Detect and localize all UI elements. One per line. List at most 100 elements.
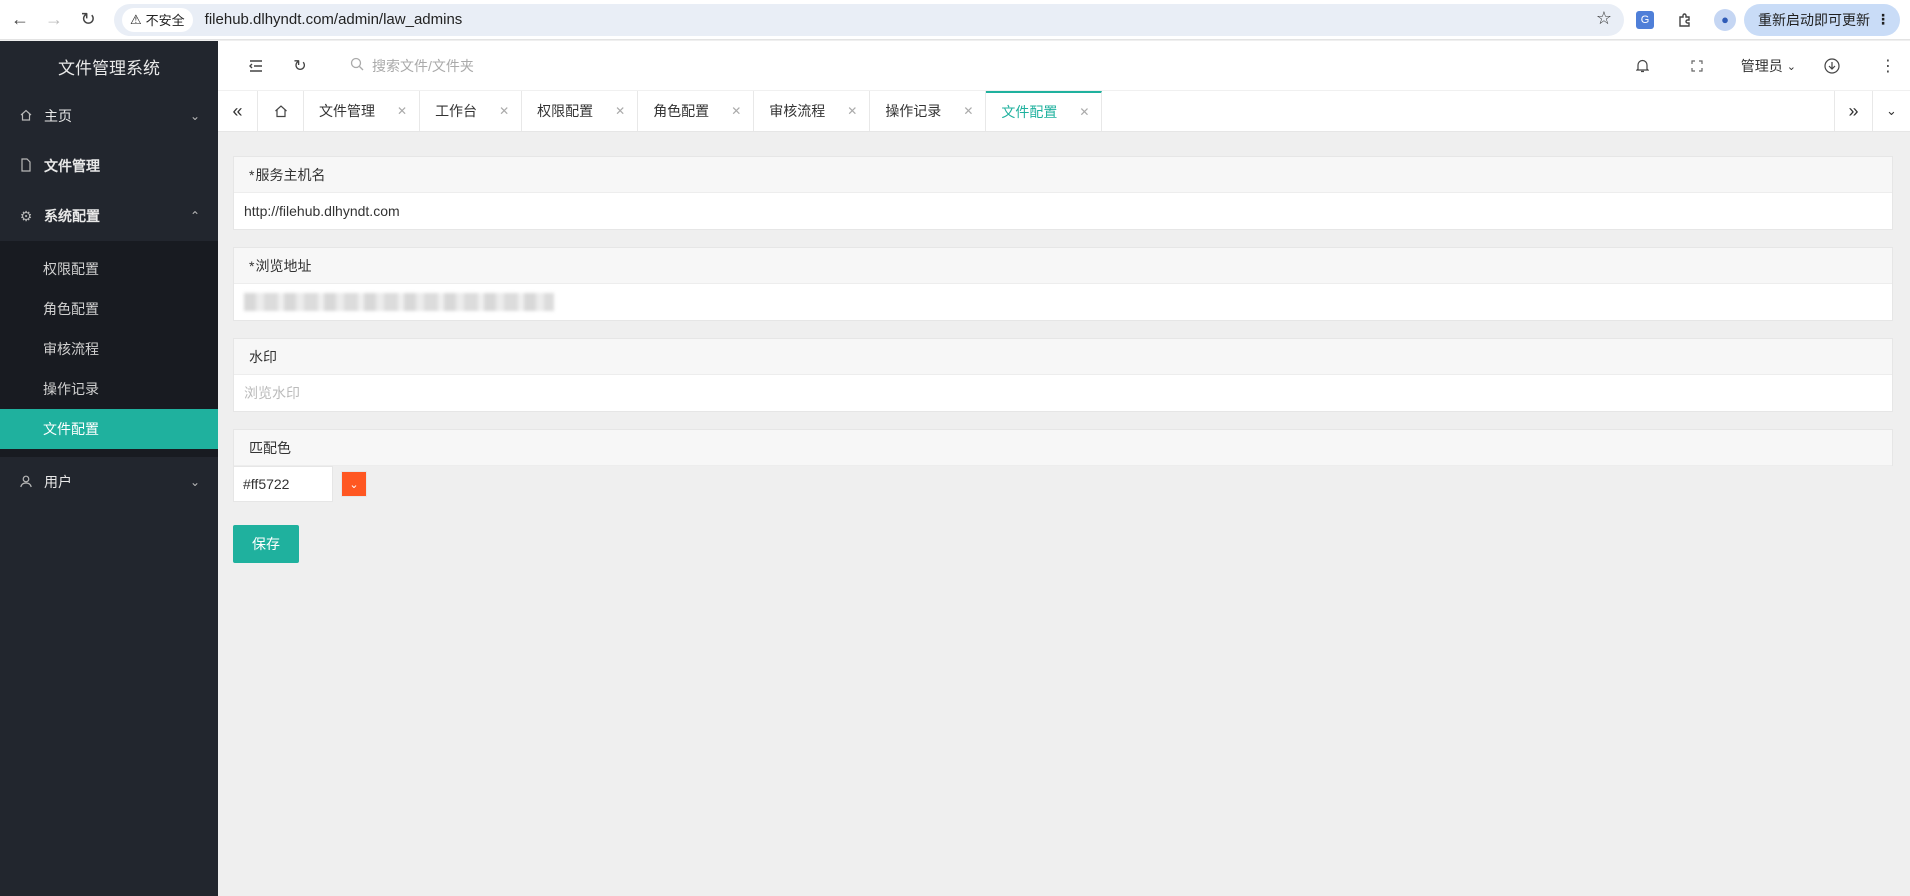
tab-role-config[interactable]: 角色配置 ✕: [638, 91, 755, 131]
browse-address-label: * 浏览地址: [234, 248, 1892, 284]
required-mark: *: [249, 166, 255, 183]
sidebar: 文件管理系统 主页 ⌄ 文件管理 ⚙ 系统配置 ⌃ 权限配置 角色配置 审核流程…: [0, 41, 218, 896]
tab-label: 文件管理: [319, 103, 375, 119]
tab-label: 操作记录: [885, 103, 942, 119]
sidebar-subitem-permission[interactable]: 权限配置: [0, 249, 218, 289]
bell-icon[interactable]: [1633, 56, 1653, 76]
user-name: 管理员: [1740, 58, 1783, 74]
redacted-value: [244, 293, 554, 311]
close-icon[interactable]: ✕: [397, 104, 407, 118]
search-input[interactable]: [372, 57, 572, 74]
tab-workbench[interactable]: 工作台 ✕: [420, 91, 523, 131]
brand-title: 文件管理系统: [58, 58, 160, 78]
watermark-field: 水印: [233, 338, 1893, 412]
address-bar[interactable]: ⚠ 不安全 filehub.dlhyndt.com/admin/law_admi…: [114, 3, 1624, 36]
tab-label: 文件配置: [1001, 104, 1058, 120]
close-icon[interactable]: ✕: [731, 104, 741, 118]
color-label: 匹配色: [234, 430, 1892, 466]
sidebar-subitem-file-config[interactable]: 文件配置: [0, 409, 218, 449]
fullscreen-icon[interactable]: [1687, 56, 1707, 76]
sidebar-item-file-management[interactable]: 文件管理: [0, 141, 218, 191]
tab-file-config[interactable]: 文件配置 ✕: [986, 91, 1103, 131]
close-icon[interactable]: ✕: [499, 104, 509, 118]
bookmark-star-icon[interactable]: ☆: [1596, 8, 1612, 29]
refresh-icon[interactable]: ↻: [290, 56, 310, 76]
required-mark: *: [249, 257, 255, 274]
chevron-down-icon: ⌄: [1786, 60, 1796, 73]
more-vert-icon: ⋮: [1876, 11, 1890, 27]
back-icon[interactable]: ←: [6, 6, 34, 34]
app-header: ↻ 管理员 ⌄ ⋮: [218, 41, 1910, 91]
sidebar-item-user[interactable]: 用户 ⌄: [0, 457, 218, 507]
update-button[interactable]: 重新启动即可更新 ⋮: [1744, 3, 1900, 36]
color-swatch-dropdown[interactable]: ⌄: [341, 471, 367, 497]
host-field: * 服务主机名: [233, 156, 1893, 230]
main-content: * 服务主机名 * 浏览地址 水印 匹配色 #ff5722 ⌄: [218, 132, 1910, 896]
tab-bar: « 文件管理 ✕ 工作台 ✕ 权限配置 ✕ 角色配置 ✕ 审核流程 ✕ 操作记录…: [218, 91, 1910, 132]
tab-label: 审核流程: [769, 103, 826, 119]
chevron-down-icon: ⌄: [349, 478, 359, 491]
browse-address-value-row[interactable]: [234, 284, 1892, 320]
tabs-scroll-right-icon[interactable]: »: [1834, 91, 1872, 131]
tab-review-flow[interactable]: 审核流程 ✕: [754, 91, 871, 131]
tab-label: 角色配置: [653, 103, 710, 119]
user-icon: [18, 474, 34, 491]
tab-operation-log[interactable]: 操作记录 ✕: [870, 91, 987, 131]
field-label-text: 水印: [249, 348, 277, 365]
save-button[interactable]: 保存: [233, 525, 299, 563]
browser-toolbar: ← → ↻ ⚠ 不安全 filehub.dlhyndt.com/admin/la…: [0, 0, 1910, 40]
gear-icon: ⚙: [19, 207, 33, 224]
field-label-text: 服务主机名: [255, 166, 326, 183]
chevron-up-icon: ⌃: [189, 209, 200, 223]
sidebar-subitem-role[interactable]: 角色配置: [0, 289, 218, 329]
field-label-text: 匹配色: [249, 439, 291, 456]
security-badge[interactable]: ⚠ 不安全: [122, 7, 193, 32]
sidebar-item-home[interactable]: 主页 ⌄: [0, 91, 218, 141]
search-box[interactable]: [350, 57, 572, 74]
watermark-input[interactable]: [244, 385, 1892, 401]
host-label: * 服务主机名: [234, 157, 1892, 193]
chevron-down-icon: ⌄: [189, 109, 200, 123]
browse-address-field: * 浏览地址: [233, 247, 1893, 321]
search-icon: [350, 57, 364, 74]
url-text[interactable]: filehub.dlhyndt.com/admin/law_admins: [205, 11, 463, 28]
watermark-value-row: [234, 375, 1892, 411]
close-icon[interactable]: ✕: [615, 104, 625, 118]
tabs-dropdown-icon[interactable]: ⌄: [1872, 91, 1910, 131]
user-menu[interactable]: 管理员 ⌄: [1741, 56, 1796, 76]
close-icon[interactable]: ✕: [963, 104, 973, 118]
translate-icon[interactable]: G: [1634, 9, 1656, 31]
sidebar-subitem-review-flow[interactable]: 审核流程: [0, 329, 218, 369]
document-icon: [18, 157, 34, 175]
sidebar-item-label: 文件管理: [44, 158, 100, 174]
tab-permission-config[interactable]: 权限配置 ✕: [522, 91, 639, 131]
home-icon: [18, 108, 34, 125]
sidebar-subitem-operation-log[interactable]: 操作记录: [0, 369, 218, 409]
more-vert-icon[interactable]: ⋮: [1878, 56, 1898, 76]
tab-label: 工作台: [435, 103, 478, 119]
tab-file-management[interactable]: 文件管理 ✕: [304, 91, 421, 131]
download-icon[interactable]: [1822, 56, 1842, 76]
tabs-scroll-left-icon[interactable]: «: [218, 91, 258, 131]
watermark-label: 水印: [234, 339, 1892, 375]
forward-icon[interactable]: →: [40, 6, 68, 34]
tab-label: 权限配置: [537, 103, 594, 119]
system-config-submenu: 权限配置 角色配置 审核流程 操作记录 文件配置: [0, 241, 218, 457]
sidebar-item-system-config[interactable]: ⚙ 系统配置 ⌃: [0, 191, 218, 241]
tab-home[interactable]: [258, 91, 304, 131]
field-label-text: 浏览地址: [255, 257, 312, 274]
menu-collapse-icon[interactable]: [246, 56, 266, 76]
host-input[interactable]: [244, 203, 1892, 219]
close-icon[interactable]: ✕: [1079, 105, 1089, 119]
warning-icon: ⚠: [130, 11, 142, 27]
profile-avatar[interactable]: ●: [1714, 8, 1736, 31]
sidebar-item-label: 系统配置: [44, 208, 100, 224]
color-field: 匹配色: [233, 429, 1893, 466]
sidebar-item-label: 用户: [44, 474, 72, 490]
color-picker: #ff5722 ⌄: [233, 466, 367, 502]
color-value-input[interactable]: #ff5722: [233, 466, 333, 502]
update-label: 重新启动即可更新: [1758, 11, 1870, 28]
extensions-icon[interactable]: [1674, 9, 1696, 31]
close-icon[interactable]: ✕: [847, 104, 857, 118]
reload-icon[interactable]: ↻: [74, 6, 102, 34]
